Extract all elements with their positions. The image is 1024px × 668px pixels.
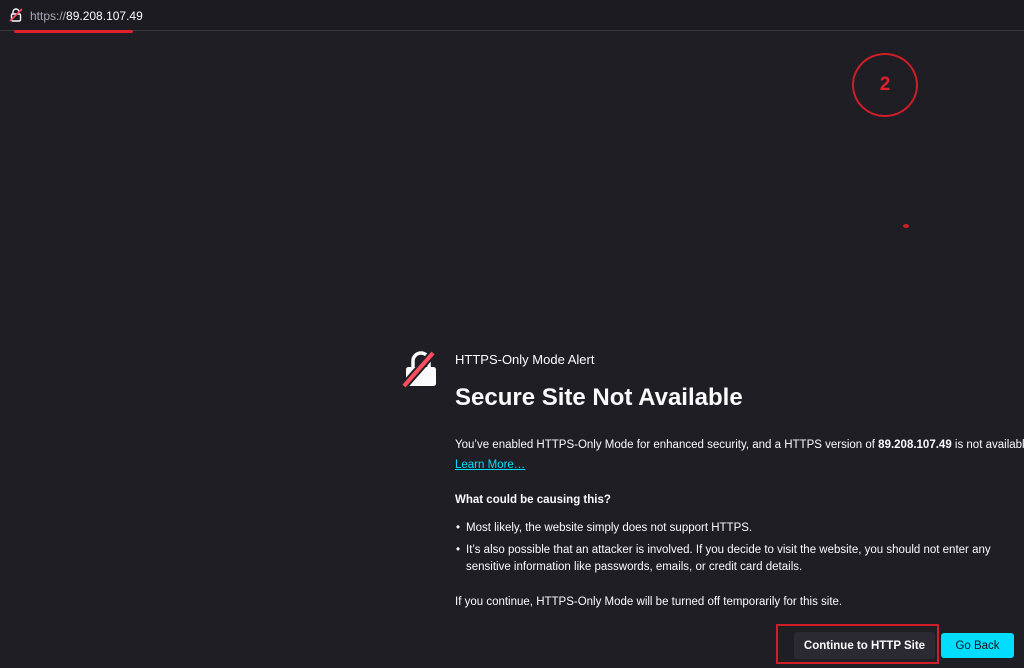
alert-subheading: HTTPS-Only Mode Alert <box>455 352 595 367</box>
url-text[interactable]: https://89.208.107.49 <box>30 9 143 23</box>
url-scheme: https:// <box>30 9 67 23</box>
annotation-step-number: 2 <box>879 74 891 95</box>
annotation-step-circle: 2 <box>852 53 918 117</box>
description-text-after: is not available. <box>954 439 1024 451</box>
continue-to-http-button[interactable]: Continue to HTTP Site <box>794 632 935 659</box>
cause-item-1: Most likely, the website simply does not… <box>456 520 752 537</box>
description-text-before: You’ve enabled HTTPS-Only Mode for enhan… <box>455 439 879 451</box>
annotation-dot <box>903 224 909 228</box>
cause-item-2: It’s also possible that an attacker is i… <box>456 542 1016 576</box>
insecure-lock-icon <box>400 350 437 389</box>
alert-description: You’ve enabled HTTPS-Only Mode for enhan… <box>455 439 1024 451</box>
go-back-button[interactable]: Go Back <box>941 633 1014 658</box>
causes-heading: What could be causing this? <box>455 494 611 506</box>
broken-lock-icon[interactable] <box>9 8 23 22</box>
annotation-underline <box>14 30 133 33</box>
learn-more-link[interactable]: Learn More… <box>455 459 525 471</box>
url-bar[interactable]: https://89.208.107.49 <box>0 0 1024 31</box>
description-host: 89.208.107.49 <box>878 439 952 451</box>
url-host: 89.208.107.49 <box>66 9 143 23</box>
page-title: Secure Site Not Available <box>455 384 743 411</box>
continue-note: If you continue, HTTPS-Only Mode will be… <box>455 596 843 608</box>
